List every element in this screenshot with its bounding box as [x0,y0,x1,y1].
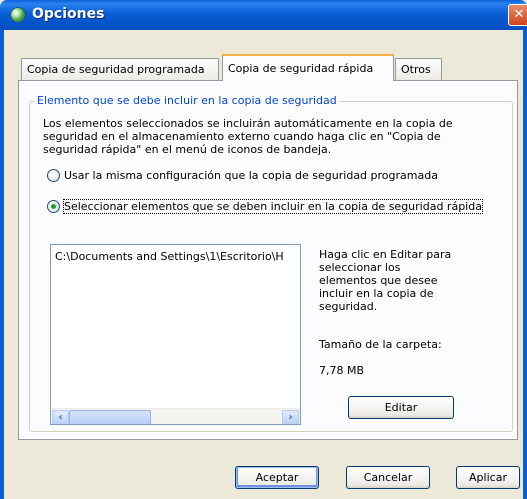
radio-same-label: Usar la misma configuración que la copia… [64,169,438,182]
edit-hint: Haga clic en Editar para seleccionar los… [319,248,452,313]
tab-scheduled-backup[interactable]: Copia de seguridad programada [21,58,219,80]
folder-size-value: 7,78 MB [319,364,365,377]
list-item[interactable]: C:\Documents and Settings\1\Escritorio\H [55,250,284,263]
app-icon [10,7,26,23]
window-title: Opciones [32,6,105,22]
cancel-button[interactable]: Cancelar [346,466,430,489]
radio-select-items[interactable]: Seleccionar elementos que se deben inclu… [47,199,483,214]
apply-button[interactable]: Aplicar [456,466,520,489]
groupbox-legend: Elemento que se debe incluir en la copia… [35,94,339,107]
radio-button-checked[interactable] [47,200,60,213]
window-frame-right [523,30,527,499]
accept-button[interactable]: Aceptar [235,466,319,489]
title-bar[interactable]: Opciones ✕ [0,0,527,30]
scroll-thumb[interactable] [69,410,151,424]
tab-other[interactable]: Otros [395,58,442,80]
horizontal-scrollbar[interactable]: ‹ › [51,408,300,424]
radio-same-config[interactable]: Usar la misma configuración que la copia… [47,169,438,182]
tab-quick-backup[interactable]: Copia de seguridad rápida [222,54,394,81]
description-text: Los elementos seleccionados se incluirán… [43,117,453,156]
window-frame-left [0,30,4,499]
folder-size-label: Tamaño de la carpeta: [319,338,442,351]
radio-select-label: Seleccionar elementos que se deben inclu… [63,199,483,214]
scroll-left-icon[interactable]: ‹ [52,410,69,424]
edit-button[interactable]: Editar [348,396,454,419]
scroll-right-icon[interactable]: › [282,410,299,424]
close-button[interactable]: ✕ [508,4,527,26]
radio-button[interactable] [47,169,60,182]
items-listbox[interactable]: C:\Documents and Settings\1\Escritorio\H… [50,244,301,425]
